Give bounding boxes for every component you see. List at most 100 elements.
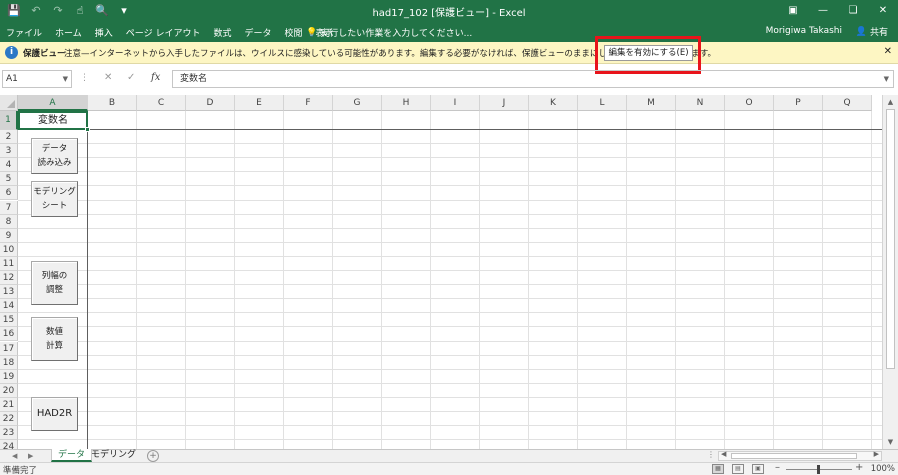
modeling-sheet-button[interactable]: モデリング シート [31,181,78,217]
horizontal-scrollbar[interactable]: ◀ ▶ [718,450,882,461]
name-box-value: A1 [6,74,18,84]
column-header-i[interactable]: I [431,95,480,111]
row-header-2[interactable]: 2 [0,130,18,145]
row-header-14[interactable]: 14 [0,299,18,314]
tell-me-box[interactable]: 💡 実行したい作業を入力してください... [306,26,472,40]
freeze-pane-horizontal [18,129,882,130]
column-header-b[interactable]: B [88,95,137,111]
vertical-scroll-thumb[interactable] [886,109,895,369]
cell-a1[interactable]: 変数名 [18,111,90,132]
row-header-22[interactable]: 22 [0,412,18,427]
row-header-6[interactable]: 6 [0,186,18,201]
row-header-8[interactable]: 8 [0,214,18,229]
name-box[interactable]: A1 ▼ [2,70,72,88]
minimize-icon[interactable]: — [808,0,838,22]
column-header-f[interactable]: F [284,95,333,111]
user-name[interactable]: Morigiwa Takashi [766,26,842,36]
tab-review[interactable]: 校閲 [284,26,302,39]
expand-formula-bar-icon[interactable]: ▼ [884,71,889,87]
worksheet-grid[interactable]: ABCDEFGHIJKLMNOPQ 1 2 3 4 5 6 7 8 9 10 11 12 13 14 15 1… [0,95,882,449]
page-layout-view-icon[interactable]: ▤ [732,464,744,474]
zoom-out-icon[interactable]: – [775,462,780,473]
tab-home[interactable]: ホーム [55,26,82,39]
tab-formulas[interactable]: 数式 [213,26,231,39]
gridline-vertical [822,111,823,449]
restore-icon[interactable]: ❏ [838,0,868,22]
row-header-4[interactable]: 4 [0,158,18,173]
horizontal-scroll-thumb[interactable] [731,453,857,459]
close-icon[interactable]: ✕ [868,0,898,22]
row-header-17[interactable]: 17 [0,341,18,356]
ribbon-tabs: ファイル ホーム 挿入 ページ レイアウト 数式 データ 校閲 表示 [6,26,334,39]
row-header-5[interactable]: 5 [0,172,18,187]
formula-input[interactable]: 変数名 ▼ [172,70,894,88]
next-sheet-icon[interactable]: ▶ [28,450,33,462]
column-header-a[interactable]: A [18,95,88,111]
close-icon[interactable]: ✕ [884,46,892,57]
gridline-vertical [773,111,774,449]
row-header-13[interactable]: 13 [0,285,18,300]
numeric-calc-button[interactable]: 数値 計算 [31,317,78,361]
row-header-12[interactable]: 12 [0,271,18,286]
row-header-21[interactable]: 21 [0,397,18,412]
zoom-slider-thumb[interactable] [817,465,820,474]
row-header-7[interactable]: 7 [0,200,18,215]
scroll-left-icon[interactable]: ◀ [721,450,726,458]
lightbulb-icon: 💡 [306,27,318,38]
prev-sheet-icon[interactable]: ◀ [12,450,17,462]
column-header-e[interactable]: E [235,95,284,111]
scroll-right-icon[interactable]: ▶ [874,450,879,458]
had2r-button[interactable]: HAD2R [31,397,78,431]
zoom-in-icon[interactable]: + [855,462,863,473]
column-header-g[interactable]: G [333,95,382,111]
tab-data[interactable]: データ [244,26,271,39]
column-header-q[interactable]: Q [823,95,872,111]
row-header-11[interactable]: 11 [0,256,18,271]
column-header-o[interactable]: O [725,95,774,111]
row-header-20[interactable]: 20 [0,383,18,398]
column-header-k[interactable]: K [529,95,578,111]
select-all-corner[interactable] [0,95,18,111]
column-header-h[interactable]: H [382,95,431,111]
vertical-scrollbar[interactable]: ▲ ▼ [882,95,898,449]
fill-handle[interactable] [85,127,90,132]
column-header-l[interactable]: L [578,95,627,111]
row-header-15[interactable]: 15 [0,313,18,328]
insert-function-icon[interactable]: fx [151,72,160,83]
sheet-tab-modeling[interactable]: モデリング [85,449,142,462]
status-text: 準備完了 [3,466,38,475]
row-header-9[interactable]: 9 [0,228,18,243]
row-header-23[interactable]: 23 [0,426,18,441]
row-header-19[interactable]: 19 [0,369,18,384]
row-header-16[interactable]: 16 [0,327,18,342]
tab-page-layout[interactable]: ページ レイアウト [126,26,201,39]
scroll-up-icon[interactable]: ▲ [883,95,898,109]
column-header-d[interactable]: D [186,95,235,111]
column-header-j[interactable]: J [480,95,529,111]
column-header-c[interactable]: C [137,95,186,111]
row-header-18[interactable]: 18 [0,355,18,370]
column-header-n[interactable]: N [676,95,725,111]
tab-insert[interactable]: 挿入 [95,26,113,39]
row-header-3[interactable]: 3 [0,144,18,159]
ribbon-display-icon[interactable]: ▣ [778,0,808,22]
button-label-line1: モデリング [33,187,76,197]
load-data-button[interactable]: データ 読み込み [31,138,78,174]
enter-icon[interactable]: ✓ [127,72,135,83]
row-header-10[interactable]: 10 [0,242,18,257]
column-header-m[interactable]: M [627,95,676,111]
scroll-down-icon[interactable]: ▼ [883,435,898,449]
row-header-1[interactable]: 1 [0,111,18,130]
cancel-icon[interactable]: ✕ [104,72,112,83]
row-header-24[interactable]: 24 [0,440,18,449]
normal-view-icon[interactable]: ▦ [712,464,724,474]
protected-view-bar: i 保護ビュー 注意—インターネットから入手したファイルは、ウイルスに感染してい… [0,42,898,64]
page-break-view-icon[interactable]: ▣ [752,464,764,474]
chevron-down-icon[interactable]: ▼ [63,71,68,87]
add-sheet-icon[interactable]: + [147,450,159,462]
share-button[interactable]: 👤 共有 [856,25,888,39]
tab-file[interactable]: ファイル [6,26,42,39]
column-header-p[interactable]: P [774,95,823,111]
adjust-column-width-button[interactable]: 列幅の 調整 [31,261,78,305]
zoom-level[interactable]: 100% [871,464,895,474]
